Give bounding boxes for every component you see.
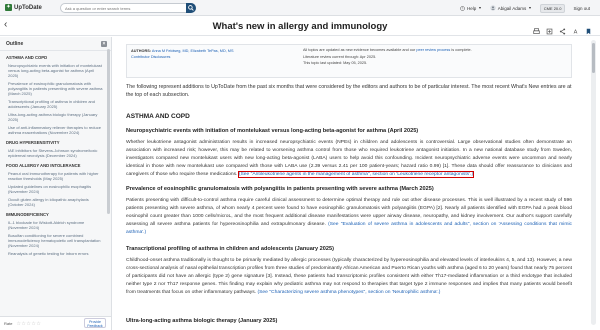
topic-title-bar: ‹ What's new in allergy and immunology A <box>0 16 600 36</box>
outline-item[interactable]: Occult gluten allergy in idiopathic anap… <box>0 195 111 208</box>
authors-label: AUTHORS: <box>131 49 152 53</box>
help-label: Help <box>466 5 477 11</box>
collapse-outline-icon[interactable]: × <box>101 41 107 47</box>
sign-out-label: Sign out <box>573 5 590 11</box>
cross-reference-link[interactable]: (See "Characterizing severe asthma pheno… <box>257 290 440 295</box>
logo-text: UpToDate <box>14 4 42 11</box>
outline-footer: Rate ☆☆☆☆☆ Provide Feedback <box>0 316 111 330</box>
header-actions: ? Help ▼ Abigail Adams ▼ CME 20.0 Sign o… <box>460 0 600 16</box>
help-menu[interactable]: ? Help ▼ <box>460 6 482 11</box>
section-heading: ASTHMA AND COPD <box>126 113 190 120</box>
outline-sidebar: Outline × ASTHMA AND COPD Neuropsychiatr… <box>0 37 112 330</box>
provide-feedback-button[interactable]: Provide Feedback <box>84 318 106 328</box>
outline-item[interactable]: Updated guidelines on eosinophilic esoph… <box>0 182 111 195</box>
topic-tools: A <box>533 22 592 36</box>
cross-reference-link-highlighted[interactable]: (See "Antileukotriene agents in the mana… <box>237 170 475 179</box>
outline-item[interactable]: Use of anti-inflammatory reliever therap… <box>0 123 111 136</box>
outline-section-heading[interactable]: FOOD ALLERGY AND INTOLERANCE <box>0 159 111 169</box>
subsection-heading: Transcriptional profiling of asthma in c… <box>126 246 334 252</box>
body-paragraph: Childhood-onset asthma traditionally is … <box>126 257 572 297</box>
user-name: Abigail Adams <box>497 5 527 11</box>
uptodate-logo[interactable]: ✦ UpToDate <box>5 4 57 11</box>
outline-item[interactable]: IAE inhibitors for Stevens-Johnson syndr… <box>0 146 111 159</box>
search-input[interactable] <box>65 5 183 11</box>
body-paragraph: Whether leukotriene antagonist administr… <box>126 139 572 179</box>
logo-mark-icon: ✦ <box>5 4 12 11</box>
font-size-icon[interactable]: A <box>572 22 579 36</box>
outline-item[interactable]: Peanut oral immunotherapy for patients w… <box>0 169 111 182</box>
body-paragraph: Patients presenting with difficult-to-co… <box>126 197 572 237</box>
scrollbar-thumb[interactable] <box>592 43 595 73</box>
page-scrollbar[interactable] <box>591 40 596 325</box>
outline-section-heading[interactable]: ASTHMA AND COPD <box>0 51 111 61</box>
bookmark-add-icon[interactable] <box>546 22 553 35</box>
review-text: All topics are updated as new evidence b… <box>303 48 416 52</box>
outline-section-heading[interactable]: DRUG HYPERSENSITIVITY <box>0 136 111 146</box>
search-icon <box>188 5 194 11</box>
review-block: All topics are updated as new evidence b… <box>303 48 563 66</box>
outline-section-heading[interactable]: IMMUNODEFICIENCY <box>0 208 111 218</box>
subsection-heading: Prevalence of eosinophilic granulomatosi… <box>126 186 434 192</box>
subsection-heading: Ultra-long-acting asthma biologic therap… <box>126 318 278 324</box>
rate-label: Rate <box>4 321 13 326</box>
print-icon[interactable] <box>533 22 540 34</box>
outline-item[interactable]: Neuropsychiatric events with initiation … <box>0 61 111 79</box>
subsection-heading: Neuropsychiatric events with initiation … <box>126 128 419 134</box>
search-box <box>60 3 196 13</box>
sign-out-link[interactable]: Sign out <box>573 6 590 11</box>
user-menu[interactable]: Abigail Adams ▼ <box>489 5 532 11</box>
svg-text:?: ? <box>462 6 464 10</box>
outline-item[interactable]: Ultra-long-acting asthma biologic therap… <box>0 110 111 123</box>
rating-stars[interactable]: ☆☆☆☆☆ <box>16 321 41 327</box>
outline-header: Outline × <box>0 37 111 51</box>
bookmark-icon[interactable] <box>585 22 592 35</box>
chevron-down-icon: ▼ <box>478 6 482 10</box>
outline-item[interactable]: IL-1 blockade for Wiskott-Aldrich syndro… <box>0 218 111 231</box>
search-button[interactable] <box>186 3 196 13</box>
user-icon <box>489 5 496 11</box>
contributor-disclosures-link[interactable]: Contributor Disclosures <box>131 55 170 59</box>
cme-label: CME 20.0 <box>539 3 566 13</box>
outline-item[interactable]: Prevalence of eosinophilic granulomatosi… <box>0 79 111 97</box>
top-bar: ✦ UpToDate ? Help ▼ Abigail Adams ▼ CME … <box>0 0 600 16</box>
outline-title: Outline <box>6 41 24 47</box>
topic-info-box: AUTHORS: Anna M Feldweg, MD, Elizabeth T… <box>126 44 572 78</box>
outline-item[interactable]: Transcriptional profiling of asthma in c… <box>0 97 111 110</box>
cme-badge[interactable]: CME 20.0 <box>539 3 566 13</box>
page-title: What's new in allergy and immunology <box>212 21 388 32</box>
review-end-text: is complete. <box>451 48 472 52</box>
outline-item[interactable]: Reanalysis of genetic testing for inborn… <box>0 249 111 257</box>
authors-block: AUTHORS: Anna M Feldweg, MD, Elizabeth T… <box>131 48 281 60</box>
svg-text:A: A <box>574 30 578 35</box>
authors-link[interactable]: Anna M Feldweg, MD, Elizabeth TePas, MD,… <box>152 49 234 53</box>
last-updated-date: This topic last updated: May 05, 2025. <box>303 60 368 65</box>
outline-scrollbar[interactable] <box>107 49 110 214</box>
share-icon[interactable] <box>559 22 566 35</box>
outline-item[interactable]: Busulfan conditioning for severe combine… <box>0 231 111 249</box>
chevron-down-icon: ▼ <box>528 6 532 10</box>
intro-paragraph: The following represent additions to UpT… <box>126 84 572 98</box>
peer-review-link[interactable]: peer review process <box>416 48 450 52</box>
help-icon: ? <box>460 5 465 11</box>
